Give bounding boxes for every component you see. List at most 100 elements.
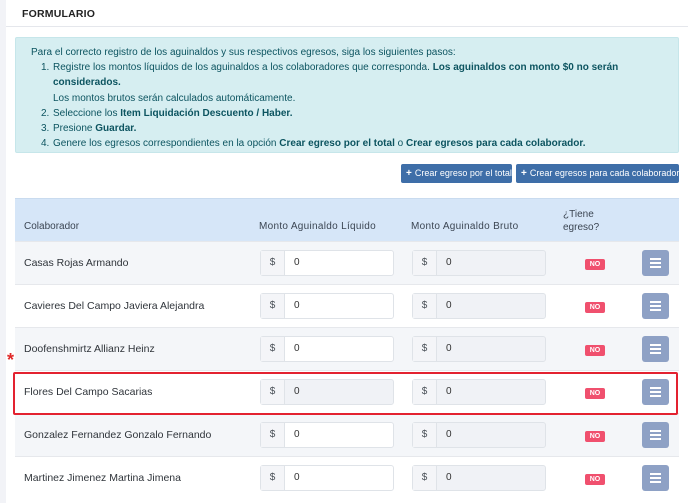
step-number: 4. (41, 138, 50, 150)
instruction-step-2: 2. Seleccione los Item Liquidación Descu… (41, 106, 678, 121)
currency-symbol: $ (413, 466, 437, 490)
field-value: 0 (446, 472, 452, 483)
annotation-asterisk: * (7, 350, 15, 370)
hamburger-icon (650, 301, 661, 303)
step-bold: Crear egresos para cada colaborador. (405, 138, 586, 150)
liquido-input[interactable]: $ 0 (260, 250, 394, 276)
liquido-input[interactable]: $ 0 (260, 336, 394, 362)
hamburger-icon-line (650, 391, 661, 393)
bruto-field: $ 0 (412, 250, 546, 276)
field-value: 0 (446, 429, 452, 440)
instruction-step-1: 1. Registre los montos líquidos de los a… (41, 60, 678, 106)
status-badge: NO (585, 474, 605, 485)
hamburger-icon-line (650, 481, 661, 483)
currency-symbol: $ (261, 423, 285, 447)
field-value: 0 (446, 300, 452, 311)
table-row: Doofenshmirtz Allianz Heinz $ 0 $ 0 NO (15, 327, 679, 370)
hamburger-icon-line (650, 395, 661, 397)
currency-symbol: $ (413, 251, 437, 275)
row-menu-button[interactable] (642, 336, 669, 362)
colaborador-name: Casas Rojas Armando (24, 257, 129, 269)
table-row: Casas Rojas Armando $ 0 $ 0 NO (15, 241, 679, 284)
hamburger-icon (650, 473, 661, 475)
currency-symbol: $ (413, 294, 437, 318)
step-text-line2: Los montos brutos serán calculados autom… (53, 92, 296, 104)
step-text: Presione (53, 123, 93, 135)
hamburger-icon-line (650, 262, 661, 264)
step-bold: Item Liquidación Descuento / Haber. (120, 107, 293, 119)
row-menu-button[interactable] (642, 379, 669, 405)
input-value: 0 (294, 429, 300, 440)
field-value: 0 (446, 343, 452, 354)
table-row-highlighted: Flores Del Campo Sacarias $ 0 $ 0 NO (15, 370, 679, 413)
table-header: Colaborador Monto Aguinaldo Líquido Mont… (15, 198, 679, 241)
liquido-input[interactable]: $ 0 (260, 422, 394, 448)
hamburger-icon (650, 430, 661, 432)
hamburger-icon-line (650, 434, 661, 436)
currency-symbol: $ (261, 466, 285, 490)
row-menu-button[interactable] (642, 250, 669, 276)
status-badge: NO (585, 302, 605, 313)
currency-symbol: $ (261, 380, 285, 404)
hamburger-icon-line (650, 348, 661, 350)
colaborador-name: Doofenshmirtz Allianz Heinz (24, 343, 155, 355)
button-label: Crear egresos para cada colaborador (529, 168, 680, 178)
colaborador-name: Martinez Jimenez Martina Jimena (24, 472, 181, 484)
instructions-intro: Para el correcto registro de los aguinal… (31, 47, 456, 58)
row-menu-button[interactable] (642, 422, 669, 448)
step-number: 1. (41, 62, 50, 74)
bonus-table: Colaborador Monto Aguinaldo Líquido Mont… (15, 198, 679, 499)
input-value: 0 (294, 257, 300, 268)
step-bold: Crear egreso por el total (279, 138, 395, 150)
status-badge: NO (585, 388, 605, 399)
hamburger-icon-line (650, 309, 661, 311)
plus-icon: + (406, 168, 412, 179)
hamburger-icon-line (650, 305, 661, 307)
button-label: Crear egreso por el total (414, 168, 512, 178)
plus-icon: + (521, 168, 527, 179)
status-badge: NO (585, 431, 605, 442)
currency-symbol: $ (413, 380, 437, 404)
bruto-field: $ 0 (412, 336, 546, 362)
step-text: Genere los egresos correspondientes en l… (53, 138, 277, 150)
bruto-field: $ 0 (412, 293, 546, 319)
input-value: 0 (294, 343, 300, 354)
step-text: Registre los montos líquidos de los agui… (53, 62, 430, 74)
field-value: 0 (446, 386, 452, 397)
step-bold: Guardar. (95, 123, 137, 135)
colaborador-name: Cavieres Del Campo Javiera Alejandra (24, 300, 205, 312)
currency-symbol: $ (261, 337, 285, 361)
instructions-steps: 1. Registre los montos líquidos de los a… (41, 60, 678, 151)
colaborador-name: Flores Del Campo Sacarias (24, 386, 153, 398)
input-value: 0 (294, 300, 300, 311)
row-menu-button[interactable] (642, 465, 669, 491)
hamburger-icon-line (650, 438, 661, 440)
step-number: 2. (41, 107, 50, 119)
currency-symbol: $ (261, 294, 285, 318)
form-title: FORMULARIO (22, 8, 96, 20)
liquido-input[interactable]: $ 0 (260, 465, 394, 491)
table-row: Martinez Jimenez Martina Jimena $ 0 $ 0 … (15, 456, 679, 499)
instructions-box: Para el correcto registro de los aguinal… (15, 37, 679, 153)
hamburger-icon (650, 258, 661, 260)
table-row: Gonzalez Fernandez Gonzalo Fernando $ 0 … (15, 413, 679, 456)
header-divider (6, 26, 688, 27)
input-value: 0 (294, 472, 300, 483)
step-text: Seleccione los (53, 107, 118, 119)
hamburger-icon (650, 344, 661, 346)
liquido-input[interactable]: $ 0 (260, 379, 394, 405)
create-each-expense-button[interactable]: + Crear egresos para cada colaborador (516, 164, 679, 183)
colaborador-name: Gonzalez Fernandez Gonzalo Fernando (24, 429, 212, 441)
status-badge: NO (585, 345, 605, 356)
hamburger-icon (650, 387, 661, 389)
header-egreso: ¿Tiene egreso? (563, 209, 600, 233)
form-panel: FORMULARIO Para el correcto registro de … (6, 0, 688, 503)
create-total-expense-button[interactable]: + Crear egreso por el total (401, 164, 512, 183)
liquido-input[interactable]: $ 0 (260, 293, 394, 319)
table-row: Cavieres Del Campo Javiera Alejandra $ 0… (15, 284, 679, 327)
hamburger-icon-line (650, 266, 661, 268)
row-menu-button[interactable] (642, 293, 669, 319)
bruto-field: $ 0 (412, 379, 546, 405)
header-colaborador: Colaborador (24, 221, 80, 232)
status-badge: NO (585, 259, 605, 270)
